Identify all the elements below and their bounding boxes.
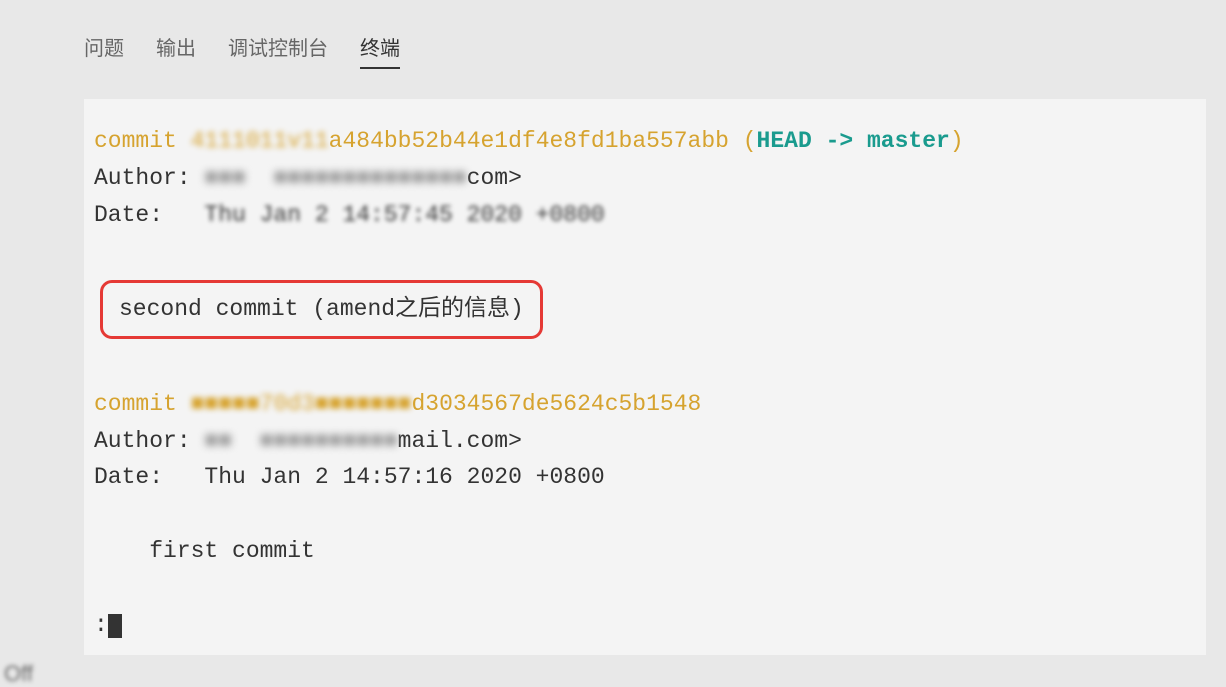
bottom-status: Off	[0, 655, 1226, 687]
branch-name: master	[867, 128, 950, 154]
author-label: Author:	[94, 428, 191, 454]
author-suffix: com>	[467, 165, 522, 191]
commit-message: first commit	[94, 538, 315, 564]
commit-hash: a484bb52b44e1df4e8fd1ba557abb	[329, 128, 729, 154]
commit-hash-blurred: 4111011v11	[191, 128, 329, 154]
tab-output[interactable]: 输出	[156, 32, 196, 69]
author-blurred: ■■ ■■■■■■■■■■	[191, 428, 398, 454]
tab-debug-console[interactable]: 调试控制台	[228, 32, 328, 69]
paren-open: (	[729, 128, 757, 154]
tab-terminal[interactable]: 终端	[360, 32, 400, 69]
commit-label: commit	[94, 128, 177, 154]
date-value-blur: Thu Jan 2 14:57:45 2020 +0800	[163, 202, 605, 228]
commit-label: commit	[94, 391, 177, 417]
cursor-icon	[108, 614, 122, 638]
terminal-output[interactable]: commit 4111011v11a484bb52b44e1df4e8fd1ba…	[84, 99, 1206, 655]
date-value: Thu Jan 2 14:57:16 2020 +0800	[163, 464, 605, 490]
commit-message: second commit (amend之后的信息)	[119, 296, 524, 322]
paren-close: )	[950, 128, 964, 154]
commit-hash-blurred: ■■■■■70d3■■■■■■■	[177, 391, 412, 417]
pager-prompt: :	[94, 612, 108, 638]
commit-hash: d3034567de5624c5b1548	[411, 391, 701, 417]
highlighted-commit-message: second commit (amend之后的信息)	[100, 280, 543, 339]
author-label: Author:	[94, 165, 191, 191]
head-ref: HEAD	[757, 128, 812, 154]
tab-problems[interactable]: 问题	[84, 32, 124, 69]
author-suffix: mail.com>	[398, 428, 522, 454]
date-label: Date:	[94, 202, 163, 228]
ref-arrow: ->	[812, 128, 867, 154]
author-blurred: ■■■ ■■■■■■■■■■■■■■	[191, 165, 467, 191]
panel-tabs: 问题 输出 调试控制台 终端	[40, 16, 1226, 79]
date-label: Date:	[94, 464, 163, 490]
